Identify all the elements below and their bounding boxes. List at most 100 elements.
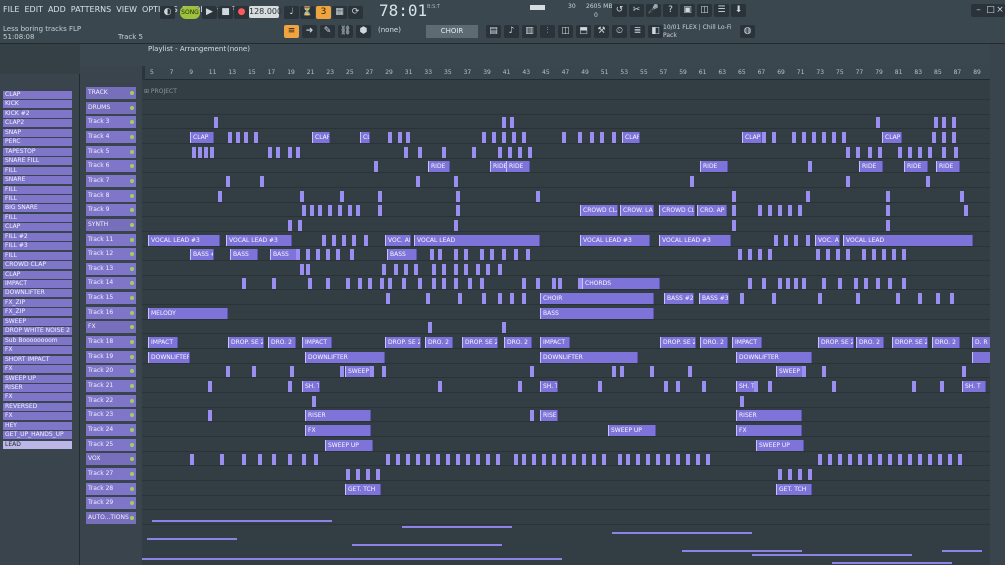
track-enable-icon[interactable] <box>130 325 134 330</box>
clip-block[interactable] <box>846 146 850 158</box>
clip-block[interactable] <box>428 322 432 334</box>
pattern-clip[interactable]: IMPACT <box>148 337 178 349</box>
pattern-clip[interactable]: DRO. 2 <box>268 337 296 349</box>
clip-block[interactable] <box>872 249 876 261</box>
clip-block[interactable] <box>508 146 512 158</box>
channel-item[interactable]: RISER <box>3 383 72 392</box>
channel-item[interactable]: CROWD CLAP <box>3 261 72 270</box>
clip-block[interactable] <box>876 117 880 129</box>
clip-block[interactable] <box>242 278 246 290</box>
clip-block[interactable] <box>932 131 936 143</box>
clip-block[interactable] <box>808 161 812 173</box>
step-edit-icon[interactable]: ▦ <box>332 6 347 19</box>
clip-block[interactable] <box>454 249 458 261</box>
mic-icon[interactable]: 🎤 <box>646 4 661 17</box>
clip-block[interactable] <box>846 175 850 187</box>
clip-block[interactable] <box>406 454 410 466</box>
clip-block[interactable] <box>426 293 430 305</box>
clip-block[interactable] <box>898 454 902 466</box>
clip-block[interactable] <box>374 161 378 173</box>
clip-block[interactable] <box>458 293 462 305</box>
clip-block[interactable] <box>732 205 736 217</box>
track-header[interactable]: Track 22 <box>86 394 136 407</box>
pattern-clip[interactable] <box>972 351 990 363</box>
clip-block[interactable] <box>954 146 958 158</box>
track-enable-icon[interactable] <box>130 384 134 388</box>
pattern-clip[interactable]: CHORDS <box>582 278 660 290</box>
clip-block[interactable] <box>386 454 390 466</box>
clip-block[interactable] <box>530 366 534 378</box>
track-enable-icon[interactable] <box>130 164 134 169</box>
clip-block[interactable] <box>364 234 368 246</box>
clip-block[interactable] <box>802 366 806 378</box>
clip-block[interactable] <box>236 131 240 143</box>
help-icon[interactable]: ? <box>663 4 678 17</box>
pattern-clip[interactable]: DRO. 2 <box>856 337 884 349</box>
clip-block[interactable] <box>778 468 782 480</box>
clip-block[interactable] <box>788 205 792 217</box>
clip-block[interactable] <box>306 249 310 261</box>
pattern-clip[interactable]: SH. T <box>302 381 320 392</box>
clip-block[interactable] <box>496 454 500 466</box>
clip-block[interactable] <box>482 131 486 143</box>
clip-block[interactable] <box>572 454 576 466</box>
pattern-clip[interactable]: D. R <box>972 337 990 349</box>
clip-block[interactable] <box>208 410 212 422</box>
clip-block[interactable] <box>312 395 316 407</box>
pattern-song-toggle[interactable]: ◐ <box>160 6 175 19</box>
clip-block[interactable] <box>786 278 790 290</box>
clip-block[interactable] <box>740 293 744 305</box>
automation-curve[interactable] <box>352 544 502 546</box>
clip-block[interactable] <box>406 131 410 143</box>
pattern-clip[interactable]: RIDE <box>936 161 960 173</box>
clip-block[interactable] <box>952 131 956 143</box>
save-icon[interactable]: ▣ <box>680 4 695 17</box>
play-button[interactable]: ▶ <box>202 6 217 19</box>
clip-block[interactable] <box>306 263 310 275</box>
clip-block[interactable] <box>856 293 860 305</box>
pattern-clip[interactable]: VOCAL LEAD #3 <box>580 234 650 246</box>
automation-curve[interactable] <box>942 550 982 552</box>
loop-record-icon[interactable]: ⟳ <box>348 6 363 19</box>
track-enable-icon[interactable] <box>130 178 134 183</box>
clip-block[interactable] <box>858 454 862 466</box>
pattern-clip[interactable]: DROP. SE 2 <box>818 337 854 349</box>
track-enable-icon[interactable] <box>130 471 134 476</box>
track-enable-icon[interactable] <box>130 427 134 432</box>
track-enable-icon[interactable] <box>130 222 134 227</box>
clip-block[interactable] <box>886 205 890 217</box>
undo-icon[interactable]: ↺ <box>612 4 627 17</box>
clip-block[interactable] <box>272 454 276 466</box>
plugin-icon[interactable]: ⬒ <box>576 25 591 38</box>
clip-block[interactable] <box>328 205 332 217</box>
clip-block[interactable] <box>836 249 840 261</box>
track-enable-icon[interactable] <box>130 310 134 315</box>
pattern-clip[interactable]: FX <box>305 424 371 436</box>
clip-block[interactable] <box>454 219 458 231</box>
clip-block[interactable] <box>198 146 202 158</box>
pattern-clip[interactable]: SWEEP UP <box>325 439 373 451</box>
clip-block[interactable] <box>268 146 272 158</box>
clip-block[interactable] <box>854 278 858 290</box>
clip-block[interactable] <box>918 146 922 158</box>
pattern-clip[interactable]: RIDE <box>859 161 883 173</box>
clip-block[interactable] <box>562 131 566 143</box>
track-header[interactable]: Track 15 <box>86 292 136 305</box>
channel-item[interactable]: FX <box>3 365 72 374</box>
clip-block[interactable] <box>862 249 866 261</box>
pattern-clip[interactable]: RISER <box>540 410 558 422</box>
track-header[interactable]: Track 5 <box>86 145 136 158</box>
channel-item[interactable]: PERC <box>3 138 72 147</box>
clip-block[interactable] <box>600 131 604 143</box>
clip-block[interactable] <box>778 278 782 290</box>
clip-block[interactable] <box>636 454 640 466</box>
track-header[interactable]: FX <box>86 321 136 334</box>
channel-item[interactable]: FILL <box>3 213 72 222</box>
clip-block[interactable] <box>512 131 516 143</box>
clip-block[interactable] <box>486 263 490 275</box>
track-header[interactable]: Track 14 <box>86 277 136 290</box>
clip-block[interactable] <box>310 205 314 217</box>
clip-block[interactable] <box>772 293 776 305</box>
track-header[interactable]: Track 4 <box>86 130 136 143</box>
clip-block[interactable] <box>838 454 842 466</box>
